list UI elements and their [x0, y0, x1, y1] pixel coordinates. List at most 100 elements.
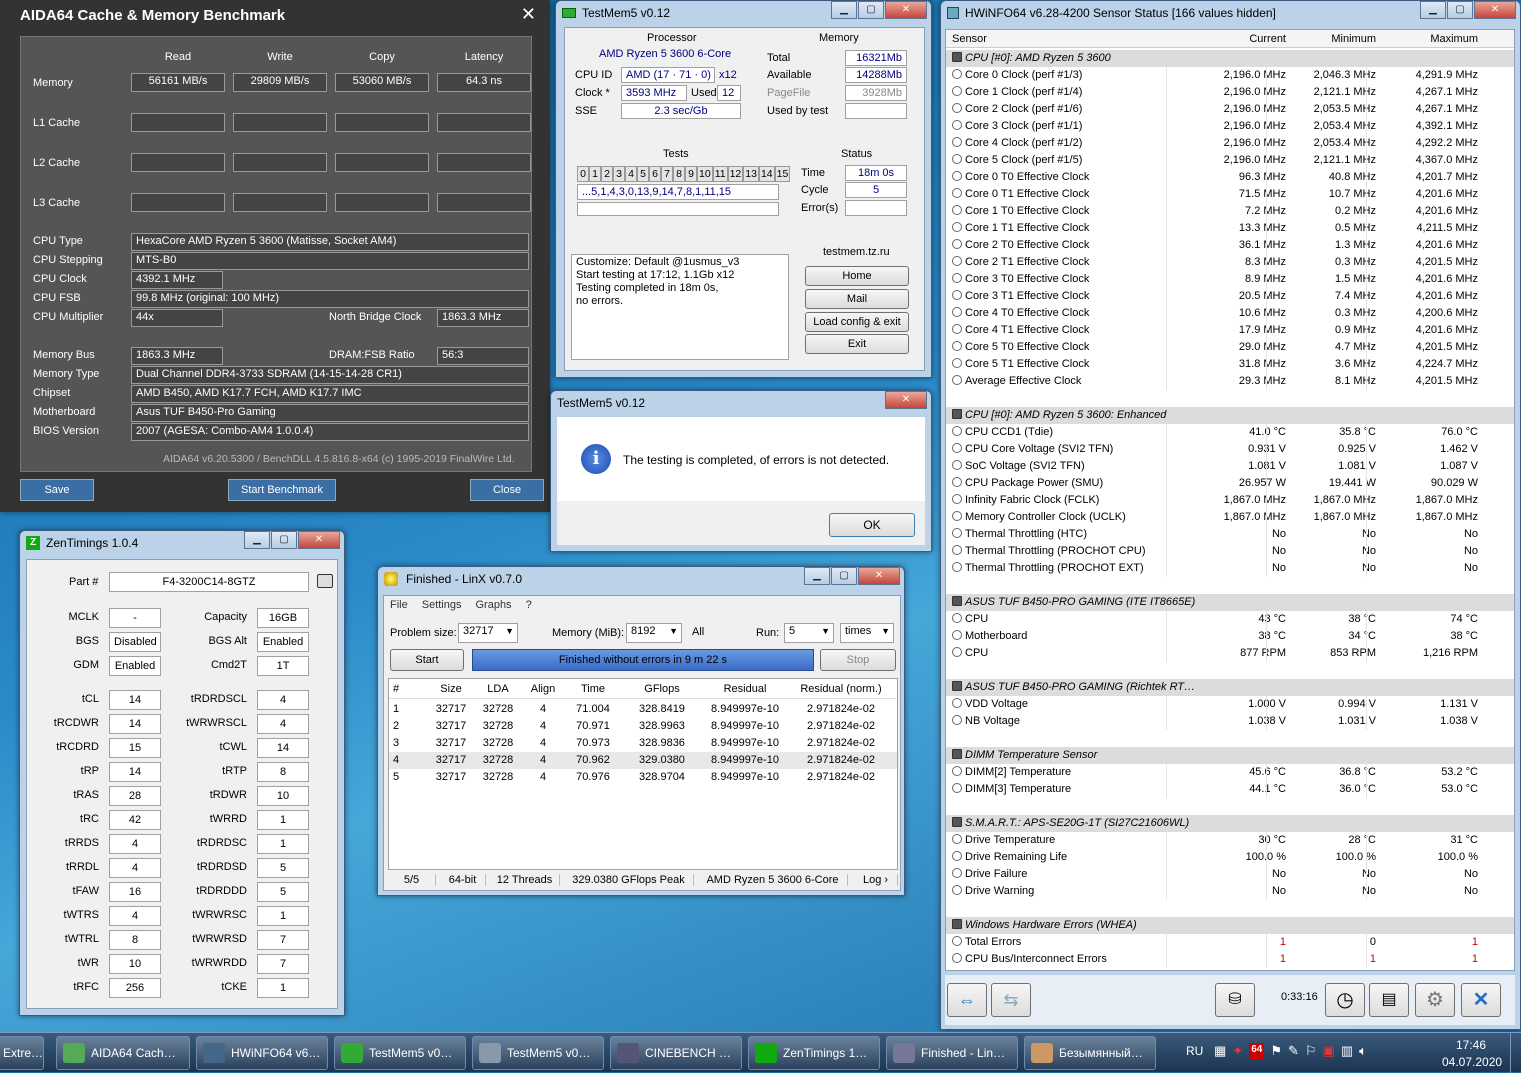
- sensor-row[interactable]: NB Voltage 1.038 V 1.031 V 1.038 V: [946, 713, 1514, 730]
- problem-size-select[interactable]: 32717 ▼: [458, 623, 518, 643]
- sensor-row[interactable]: Core 1 Clock (perf #1/4) 2,196.0 MHz 2,121…: [946, 84, 1514, 101]
- column-header[interactable]: Sensor: [952, 33, 1152, 45]
- maximize-button[interactable]: ▢: [1447, 1, 1473, 19]
- language-indicator[interactable]: RU: [1186, 1044, 1203, 1058]
- minimize-button[interactable]: ▁: [1420, 1, 1446, 19]
- sensor-row[interactable]: Drive Warning No No No: [946, 883, 1514, 900]
- sensor-row[interactable]: SoC Voltage (SVI2 TFN) 1.081 V 1.081 V 1.08…: [946, 458, 1514, 475]
- flag-tray-icon[interactable]: ⚑: [1270, 1043, 1282, 1059]
- sensor-row[interactable]: Core 5 T0 Effective Clock 29.0 MHz 4.7 MHz…: [946, 339, 1514, 356]
- sensor-group-header[interactable]: Windows Hardware Errors (WHEA): [946, 917, 1514, 934]
- exit-button[interactable]: Exit: [805, 334, 909, 354]
- sensor-row[interactable]: Memory Controller Clock (UCLK) 1,867.0 MH…: [946, 509, 1514, 526]
- taskbar-button[interactable]: CINEBENCH …: [610, 1036, 742, 1070]
- taskbar-button[interactable]: Finished - Lin…: [886, 1036, 1018, 1070]
- menu-item[interactable]: Graphs: [475, 599, 511, 611]
- sensor-row[interactable]: Motherboard 38 °C 34 °C 38 °C: [946, 628, 1514, 645]
- sensor-group-header[interactable]: ASUS TUF B450-PRO GAMING (ITE IT8665E): [946, 594, 1514, 611]
- load-config-exit-button[interactable]: Load config & exit: [805, 312, 909, 332]
- table-row[interactable]: 4 32717 32728 4 70.962 329.0380 8.949997e-10 2.…: [389, 752, 897, 769]
- minimize-button[interactable]: ▁: [244, 531, 270, 549]
- sensor-row[interactable]: Thermal Throttling (PROCHOT CPU) No No No: [946, 543, 1514, 560]
- taskbar-button[interactable]: Extre…: [0, 1036, 44, 1070]
- network-tray-icon[interactable]: ▦: [1214, 1043, 1226, 1059]
- site-link[interactable]: testmem.tz.ru: [823, 246, 890, 258]
- sensor-group-header[interactable]: CPU [#0]: AMD Ryzen 5 3600: Enhanced: [946, 407, 1514, 424]
- table-row[interactable]: 5 32717 32728 4 70.976 328.9704 8.949997e-10 2.…: [389, 769, 897, 786]
- hwinfo-titlebar[interactable]: HWiNFO64 v6.28-4200 Sensor Status [166 v…: [941, 1, 1520, 25]
- sensor-group-header[interactable]: S.M.A.R.T.: APS-SE20G-1T (SI27C21606WL): [946, 815, 1514, 832]
- zentimings-titlebar[interactable]: Z ZenTimings 1.0.4 ▁ ▢ ✕: [20, 531, 344, 555]
- dialog-titlebar[interactable]: TestMem5 v0.12 ✕: [551, 391, 931, 415]
- run-select[interactable]: 5 ▼: [784, 623, 834, 643]
- sensor-row[interactable]: CPU CCD1 (Tdie) 41.0 °C 35.8 °C 76.0 °C: [946, 424, 1514, 441]
- mail-button[interactable]: Mail: [805, 289, 909, 309]
- clock-time[interactable]: 17:46: [1456, 1038, 1486, 1052]
- tool-tray-icon[interactable]: ✎: [1288, 1043, 1299, 1059]
- maximize-button[interactable]: ▢: [858, 1, 884, 19]
- sensor-row[interactable]: Core 0 Clock (perf #1/3) 2,196.0 MHz 2,046…: [946, 67, 1514, 84]
- taskbar-button[interactable]: Безымянный…: [1024, 1036, 1156, 1070]
- sensor-row[interactable]: Core 3 T1 Effective Clock 20.5 MHz 7.4 MHz…: [946, 288, 1514, 305]
- start-benchmark-button[interactable]: Start Benchmark: [228, 479, 336, 501]
- taskbar-button[interactable]: TestMem5 v0…: [334, 1036, 466, 1070]
- close-button[interactable]: ✕: [885, 1, 927, 19]
- memory-select[interactable]: 8192 ▼: [626, 623, 682, 643]
- sensor-row[interactable]: CPU Package Power (SMU) 26.957 W 19.441 W 9…: [946, 475, 1514, 492]
- times-select[interactable]: times ▼: [840, 623, 894, 643]
- sensor-row[interactable]: Drive Failure No No No: [946, 866, 1514, 883]
- sensor-row[interactable]: Core 0 T0 Effective Clock 96.3 MHz 40.8 MH…: [946, 169, 1514, 186]
- sensor-row[interactable]: Core 3 Clock (perf #1/1) 2,196.0 MHz 2,053…: [946, 118, 1514, 135]
- connection-tray-icon[interactable]: ▥: [1341, 1043, 1353, 1059]
- sensor-row[interactable]: DIMM[2] Temperature 45.6 °C 36.8 °C 53.2 °C: [946, 764, 1514, 781]
- sensor-row[interactable]: Thermal Throttling (HTC) No No No: [946, 526, 1514, 543]
- statusbar-cell[interactable]: Log ›: [854, 874, 898, 886]
- home-button[interactable]: Home: [805, 266, 909, 286]
- hwinfo-tray-badge[interactable]: 64: [1249, 1043, 1265, 1059]
- sensor-row[interactable]: Average Effective Clock 29.3 MHz 8.1 MHz 4,…: [946, 373, 1514, 390]
- linx-titlebar[interactable]: Finished - LinX v0.7.0 ▁ ▢ ✕: [378, 567, 904, 591]
- menu-item[interactable]: Settings: [422, 599, 462, 611]
- sensor-row[interactable]: CPU 877 RPM 853 RPM 1,216 RPM: [946, 645, 1514, 662]
- all-link[interactable]: All: [692, 626, 704, 638]
- taskbar-button[interactable]: TestMem5 v0…: [472, 1036, 604, 1070]
- sensor-row[interactable]: Core 4 T1 Effective Clock 17.9 MHz 0.9 MHz…: [946, 322, 1514, 339]
- sensor-row[interactable]: VDD Voltage 1.000 V 0.994 V 1.131 V: [946, 696, 1514, 713]
- sensor-row[interactable]: Drive Temperature 30 °C 28 °C 31 °C: [946, 832, 1514, 849]
- minimize-button[interactable]: ▁: [804, 567, 830, 585]
- stop-button[interactable]: Stop: [820, 649, 896, 671]
- minimize-button[interactable]: ▁: [831, 1, 857, 19]
- column-header[interactable]: Minimum: [1276, 33, 1376, 45]
- ok-button[interactable]: OK: [829, 513, 915, 537]
- settings-gear-button[interactable]: ⚙: [1415, 983, 1455, 1017]
- table-row[interactable]: 1 32717 32728 4 71.004 328.8419 8.949997e-10 2.…: [389, 701, 897, 718]
- collapse-arrows-button[interactable]: ⇆: [991, 983, 1031, 1017]
- sensor-row[interactable]: CPU 43 °C 38 °C 74 °C: [946, 611, 1514, 628]
- network-sensor-button[interactable]: ⛁: [1215, 983, 1255, 1017]
- volume-icon[interactable]: 🔈︎: [1359, 1043, 1367, 1059]
- app-tray-icon[interactable]: ✦: [1232, 1043, 1243, 1059]
- screenshot-icon[interactable]: [317, 574, 333, 588]
- taskbar-button[interactable]: HWiNFO64 v6…: [196, 1036, 328, 1070]
- sensor-row[interactable]: Core 1 T1 Effective Clock 13.3 MHz 0.5 MHz…: [946, 220, 1514, 237]
- sensor-row[interactable]: Core 0 T1 Effective Clock 71.5 MHz 10.7 MH…: [946, 186, 1514, 203]
- column-header[interactable]: Maximum: [1372, 33, 1478, 45]
- save-button[interactable]: Save: [20, 479, 94, 501]
- close-button[interactable]: ✕: [858, 567, 900, 585]
- table-row[interactable]: 2 32717 32728 4 70.971 328.9963 8.949997e-10 2.…: [389, 718, 897, 735]
- menu-item[interactable]: ?: [526, 599, 532, 611]
- menu-item[interactable]: File: [390, 599, 408, 611]
- sensor-row[interactable]: Core 5 T1 Effective Clock 31.8 MHz 3.6 MHz…: [946, 356, 1514, 373]
- clock-date[interactable]: 04.07.2020: [1442, 1055, 1502, 1069]
- column-header[interactable]: Current: [1176, 33, 1286, 45]
- start-button[interactable]: Start: [390, 649, 464, 671]
- maximize-button[interactable]: ▢: [831, 567, 857, 585]
- close-button[interactable]: ✕: [1474, 1, 1516, 19]
- expand-arrows-button[interactable]: ⇔: [947, 983, 987, 1017]
- report-button[interactable]: ▤: [1369, 983, 1409, 1017]
- sensor-group-header[interactable]: DIMM Temperature Sensor: [946, 747, 1514, 764]
- display-tray-icon[interactable]: ▣: [1323, 1043, 1335, 1059]
- sensor-row[interactable]: Core 2 Clock (perf #1/6) 2,196.0 MHz 2,053…: [946, 101, 1514, 118]
- taskbar-button[interactable]: AIDA64 Cach…: [56, 1036, 190, 1070]
- clock-reset-button[interactable]: ◷: [1325, 983, 1365, 1017]
